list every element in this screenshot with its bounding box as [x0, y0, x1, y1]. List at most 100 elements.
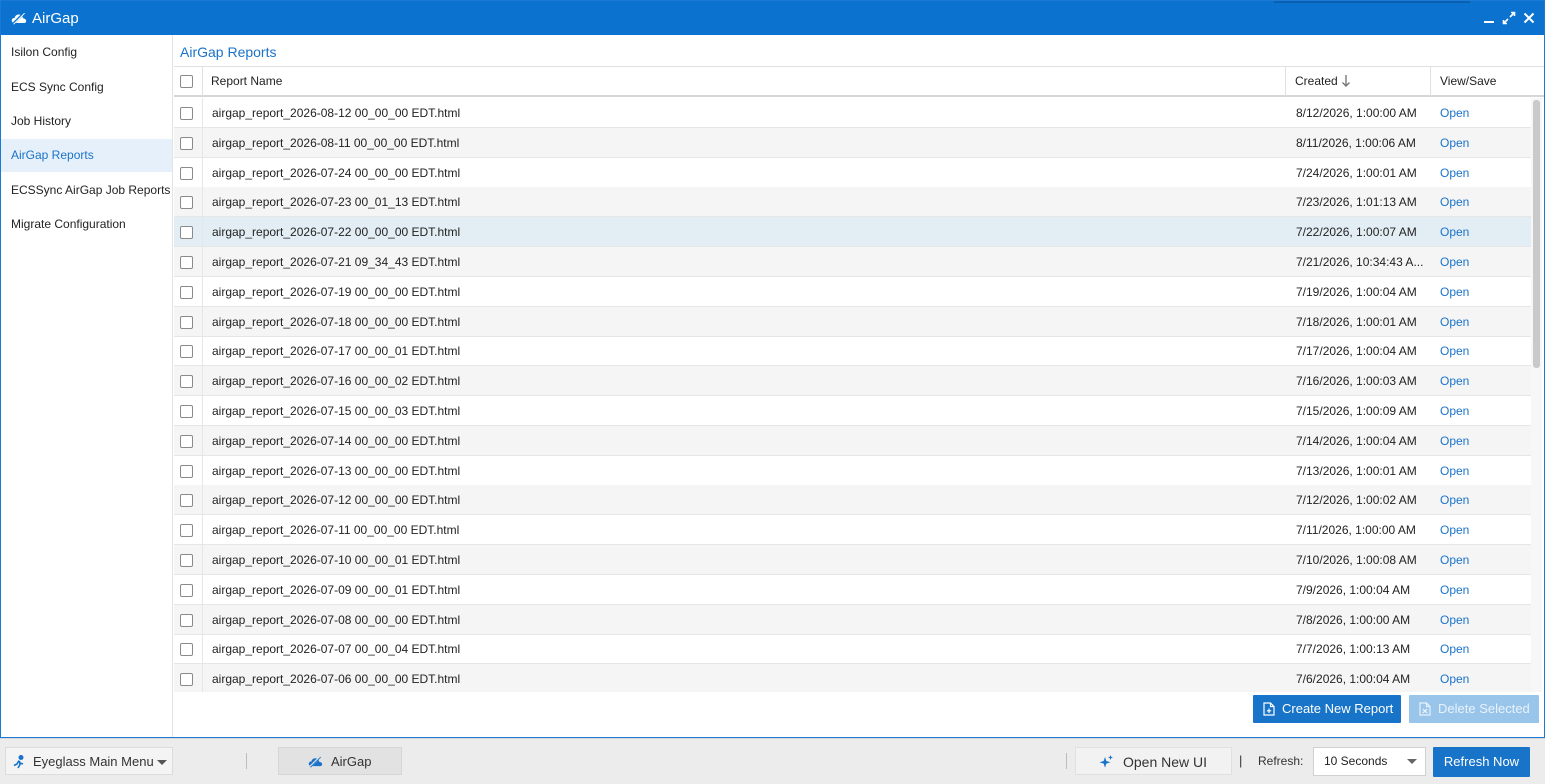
table-row[interactable]: airgap_report_2026-07-18 00_00_00 EDT.ht… [174, 307, 1531, 337]
refresh-now-button[interactable]: Refresh Now [1433, 747, 1530, 777]
open-report-link[interactable]: Open [1440, 634, 1469, 663]
open-report-link[interactable]: Open [1440, 426, 1469, 455]
window-title: AirGap [32, 10, 79, 27]
open-report-link[interactable]: Open [1440, 307, 1469, 336]
open-report-link[interactable]: Open [1440, 187, 1469, 216]
table-scrollbar[interactable] [1531, 98, 1542, 692]
refresh-interval-select[interactable]: 10 Seconds [1313, 747, 1426, 776]
row-checkbox[interactable] [180, 107, 193, 120]
table-row[interactable]: airgap_report_2026-07-21 09_34_43 EDT.ht… [174, 247, 1531, 277]
new-document-icon [1263, 702, 1275, 716]
row-checkbox[interactable] [180, 375, 193, 388]
column-divider[interactable] [1285, 67, 1286, 96]
table-row[interactable]: airgap_report_2026-08-12 00_00_00 EDT.ht… [174, 98, 1531, 128]
row-checkbox[interactable] [180, 137, 193, 150]
open-report-link[interactable]: Open [1440, 336, 1469, 365]
row-checkbox[interactable] [180, 435, 193, 448]
row-checkbox[interactable] [180, 196, 193, 209]
row-checkbox[interactable] [180, 554, 193, 567]
column-header-created[interactable]: Created [1295, 67, 1338, 96]
open-report-link[interactable]: Open [1440, 515, 1469, 544]
create-new-report-button[interactable]: Create New Report [1253, 695, 1401, 723]
open-report-link[interactable]: Open [1440, 128, 1469, 157]
open-new-ui-button[interactable]: Open New UI [1075, 747, 1232, 775]
row-checkbox[interactable] [180, 643, 193, 656]
sidebar-item-ecs-sync-config[interactable]: ECS Sync Config [1, 71, 172, 104]
row-divider [202, 217, 203, 246]
row-checkbox[interactable] [180, 226, 193, 239]
open-report-link[interactable]: Open [1440, 277, 1469, 306]
row-checkbox[interactable] [180, 524, 193, 537]
table-row[interactable]: airgap_report_2026-07-11 00_00_00 EDT.ht… [174, 515, 1531, 545]
sidebar-item-airgap-reports[interactable]: AirGap Reports [1, 139, 172, 172]
table-row[interactable]: airgap_report_2026-07-19 00_00_00 EDT.ht… [174, 277, 1531, 307]
table-row[interactable]: airgap_report_2026-07-22 00_00_00 EDT.ht… [174, 217, 1531, 247]
table-row[interactable]: airgap_report_2026-07-07 00_00_04 EDT.ht… [174, 634, 1531, 664]
row-checkbox[interactable] [180, 286, 193, 299]
column-divider[interactable] [1430, 67, 1431, 96]
open-report-link[interactable]: Open [1440, 158, 1469, 187]
column-header-report-name[interactable]: Report Name [211, 67, 282, 96]
sort-down-arrow-icon[interactable] [1341, 74, 1351, 88]
table-row[interactable]: airgap_report_2026-07-08 00_00_00 EDT.ht… [174, 605, 1531, 635]
open-report-link[interactable]: Open [1440, 545, 1469, 574]
table-row[interactable]: airgap_report_2026-07-10 00_00_01 EDT.ht… [174, 545, 1531, 575]
created-date-cell: 7/15/2026, 1:00:09 AM [1296, 404, 1417, 418]
row-divider [202, 336, 203, 365]
table-row[interactable]: airgap_report_2026-07-16 00_00_02 EDT.ht… [174, 366, 1531, 396]
open-report-link[interactable]: Open [1440, 217, 1469, 246]
created-date-cell: 7/11/2026, 1:00:00 AM [1296, 523, 1416, 537]
sidebar-item-ecssync-airgap-job-reports[interactable]: ECSSync AirGap Job Reports [1, 174, 172, 207]
row-checkbox[interactable] [180, 673, 193, 686]
row-checkbox[interactable] [180, 167, 193, 180]
open-report-link[interactable]: Open [1440, 247, 1469, 276]
table-row[interactable]: airgap_report_2026-07-12 00_00_00 EDT.ht… [174, 485, 1531, 515]
table-row[interactable]: airgap_report_2026-07-15 00_00_03 EDT.ht… [174, 396, 1531, 426]
delete-selected-button[interactable]: Delete Selected [1409, 695, 1539, 723]
select-all-checkbox[interactable] [180, 75, 193, 88]
taskbar-pipe: | [1239, 753, 1243, 768]
eyeglass-main-menu-button[interactable]: Eyeglass Main Menu [5, 747, 173, 775]
table-row[interactable]: airgap_report_2026-07-06 00_00_00 EDT.ht… [174, 664, 1531, 692]
sidebar-item-migrate-configuration[interactable]: Migrate Configuration [1, 208, 172, 241]
restore-icon[interactable] [1502, 11, 1516, 25]
sidebar-item-isilon-config[interactable]: Isilon Config [1, 36, 172, 69]
minimize-icon[interactable] [1482, 11, 1496, 25]
table-row[interactable]: airgap_report_2026-07-14 00_00_00 EDT.ht… [174, 426, 1531, 456]
open-report-link[interactable]: Open [1440, 396, 1469, 425]
report-name-cell: airgap_report_2026-07-08 00_00_00 EDT.ht… [212, 613, 461, 627]
scrollbar-thumb[interactable] [1533, 100, 1540, 368]
created-date-cell: 7/18/2026, 1:00:01 AM [1296, 315, 1417, 329]
row-checkbox[interactable] [180, 584, 193, 597]
taskbar-tab-airgap[interactable]: AirGap [278, 747, 402, 775]
table-row[interactable]: airgap_report_2026-07-23 00_01_13 EDT.ht… [174, 187, 1531, 217]
open-report-link[interactable]: Open [1440, 98, 1469, 127]
open-report-link[interactable]: Open [1440, 456, 1469, 485]
open-report-link[interactable]: Open [1440, 575, 1469, 604]
table-row[interactable]: airgap_report_2026-08-11 00_00_00 EDT.ht… [174, 128, 1531, 158]
open-report-link[interactable]: Open [1440, 664, 1469, 692]
row-checkbox[interactable] [180, 316, 193, 329]
sidebar-item-job-history[interactable]: Job History [1, 105, 172, 138]
open-report-link[interactable]: Open [1440, 366, 1469, 395]
title-bar[interactable]: AirGap [1, 1, 1544, 35]
report-name-cell: airgap_report_2026-07-13 00_00_00 EDT.ht… [212, 464, 461, 478]
open-report-link[interactable]: Open [1440, 605, 1469, 634]
report-name-cell: airgap_report_2026-07-17 00_00_01 EDT.ht… [212, 344, 461, 358]
table-row[interactable]: airgap_report_2026-07-17 00_00_01 EDT.ht… [174, 336, 1531, 366]
table-row[interactable]: airgap_report_2026-07-24 00_00_00 EDT.ht… [174, 158, 1531, 188]
report-name-cell: airgap_report_2026-07-19 00_00_00 EDT.ht… [212, 285, 461, 299]
row-checkbox[interactable] [180, 405, 193, 418]
row-checkbox[interactable] [180, 345, 193, 358]
row-checkbox[interactable] [180, 614, 193, 627]
open-report-link[interactable]: Open [1440, 485, 1469, 514]
row-checkbox[interactable] [180, 256, 193, 269]
row-divider [202, 277, 203, 306]
column-header-view-save[interactable]: View/Save [1440, 67, 1496, 96]
row-checkbox[interactable] [180, 494, 193, 507]
table-row[interactable]: airgap_report_2026-07-13 00_00_00 EDT.ht… [174, 456, 1531, 486]
create-new-report-label: Create New Report [1282, 701, 1394, 716]
table-row[interactable]: airgap_report_2026-07-09 00_00_01 EDT.ht… [174, 575, 1531, 605]
close-icon[interactable] [1522, 11, 1536, 25]
row-checkbox[interactable] [180, 465, 193, 478]
